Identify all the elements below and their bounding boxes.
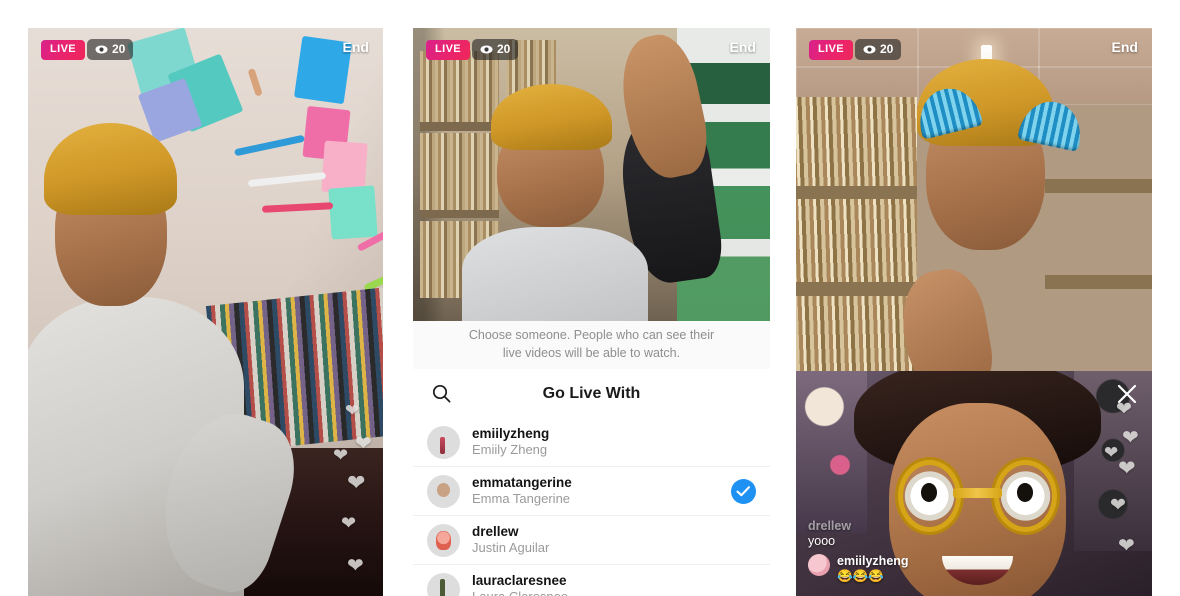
fullname: Emma Tangerine [472,491,571,507]
comment-username: drellew [808,518,852,533]
broadcaster-torso [461,227,648,321]
heart-icon: ❤ [1118,457,1136,480]
end-broadcast-button[interactable]: End [1112,40,1138,54]
viewer-count-badge: 20 [87,39,134,60]
eye-icon [95,45,108,54]
live-badge: LIVE [809,40,854,60]
fullname: Justin Aguilar [472,540,550,556]
wall-decor-left [796,371,868,533]
viewer-count-value: 20 [880,42,894,56]
googly-glasses-left [903,464,957,527]
screenshot-canvas: LIVE 20 End ❤ ❤ ❤ ❤ ❤ ❤ LIVE 20 End Choo… [0,0,1180,596]
live-comments: drellew yooo emiilyzheng 😂😂😂 [808,519,1071,590]
viewer-count-value: 20 [497,42,511,56]
checkmark-circle-icon[interactable] [731,478,756,504]
list-item[interactable]: emiilyzheng Emiily Zheng [413,418,770,467]
end-broadcast-button[interactable]: End [343,40,369,54]
yellow-beanie [490,84,613,151]
eye-icon [863,45,876,54]
user-meta: lauraclaresnee Laura Claresnee [472,572,756,596]
heart-icon: ❤ [1104,443,1119,462]
panel-live-broadcast: LIVE 20 End ❤ ❤ ❤ ❤ ❤ ❤ [28,28,383,596]
fullname: Emiily Zheng [472,442,548,458]
avatar [427,425,460,459]
viewer-count-badge: 20 [472,39,519,60]
sheet-title: Go Live With [542,384,641,402]
live-video-feed-host [796,28,1152,371]
go-live-with-header: Go Live With [413,369,770,419]
googly-glasses-right [998,464,1052,527]
heart-icon: ❤ [333,445,349,465]
heart-icon: ❤ [345,401,360,420]
instruction-line-1: Choose someone. People who can see their [468,328,715,343]
search-icon[interactable] [432,384,451,408]
yellow-beanie [44,122,178,215]
panel-live-with-guest: drellew yooo emiilyzheng 😂😂😂 LIVE 20 End… [796,28,1152,596]
avatar [427,523,460,557]
heart-icon: ❤ [1116,399,1132,420]
list-item[interactable]: emmatangerine Emma Tangerine [413,467,770,516]
comment-body: emiilyzheng 😂😂😂 [837,554,909,585]
comment-body: drellew yooo [808,519,851,550]
list-item[interactable]: lauraclaresnee Laura Claresnee [413,565,770,596]
avatar [808,554,830,577]
username: drellew [472,524,519,540]
viewer-count-badge: 20 [855,39,902,60]
username: lauraclaresnee [472,573,567,589]
comment-text: 😂😂😂 [837,569,884,584]
instruction-line-2: live videos will be able to watch. [502,346,681,360]
user-list[interactable]: emiilyzheng Emiily Zheng emmatangerine E… [413,418,770,596]
user-meta: drellew Justin Aguilar [472,523,756,557]
heart-icon: ❤ [1110,495,1126,516]
heart-icon: ❤ [341,513,357,533]
live-badge: LIVE [426,40,471,60]
comment-text: yooo [808,533,836,548]
panel-go-live-with: LIVE 20 End Choose someone. People who c… [413,28,770,596]
glasses-bridge [952,487,1003,498]
fullname: Laura Claresnee [472,589,756,596]
avatar [427,474,460,508]
broadcaster-middle [449,28,726,321]
comment-item: emiilyzheng 😂😂😂 [808,554,1071,585]
broadcaster-left [28,113,309,596]
heart-icon: ❤ [1122,427,1139,449]
user-meta: emiilyzheng Emiily Zheng [472,425,756,459]
viewer-count-value: 20 [112,42,126,56]
floating-hearts-right: ❤ ❤ ❤ ❤ ❤ ❤ [1092,396,1146,596]
user-meta: emmatangerine Emma Tangerine [472,474,731,508]
heart-icon: ❤ [347,470,366,495]
live-badge: LIVE [41,40,86,60]
username: emmatangerine [472,475,572,491]
end-broadcast-button[interactable]: End [730,40,756,54]
prop-sticky-mint [328,185,378,240]
comment-username: emiilyzheng [837,554,909,569]
broadcaster-hand [894,264,999,371]
picker-instruction: Choose someone. People who can see their… [413,321,770,370]
floating-hearts-left: ❤ ❤ ❤ ❤ ❤ ❤ [323,396,377,596]
comment-item: drellew yooo [808,519,1071,550]
heart-icon: ❤ [1118,535,1135,557]
heart-icon: ❤ [355,433,372,455]
heart-icon: ❤ [347,555,364,577]
avatar [427,572,460,596]
live-video-feed-middle [413,28,770,321]
list-item[interactable]: drellew Justin Aguilar [413,516,770,565]
username: emiilyzheng [472,426,550,442]
broadcaster-right [889,49,1095,371]
eye-icon [480,45,493,54]
